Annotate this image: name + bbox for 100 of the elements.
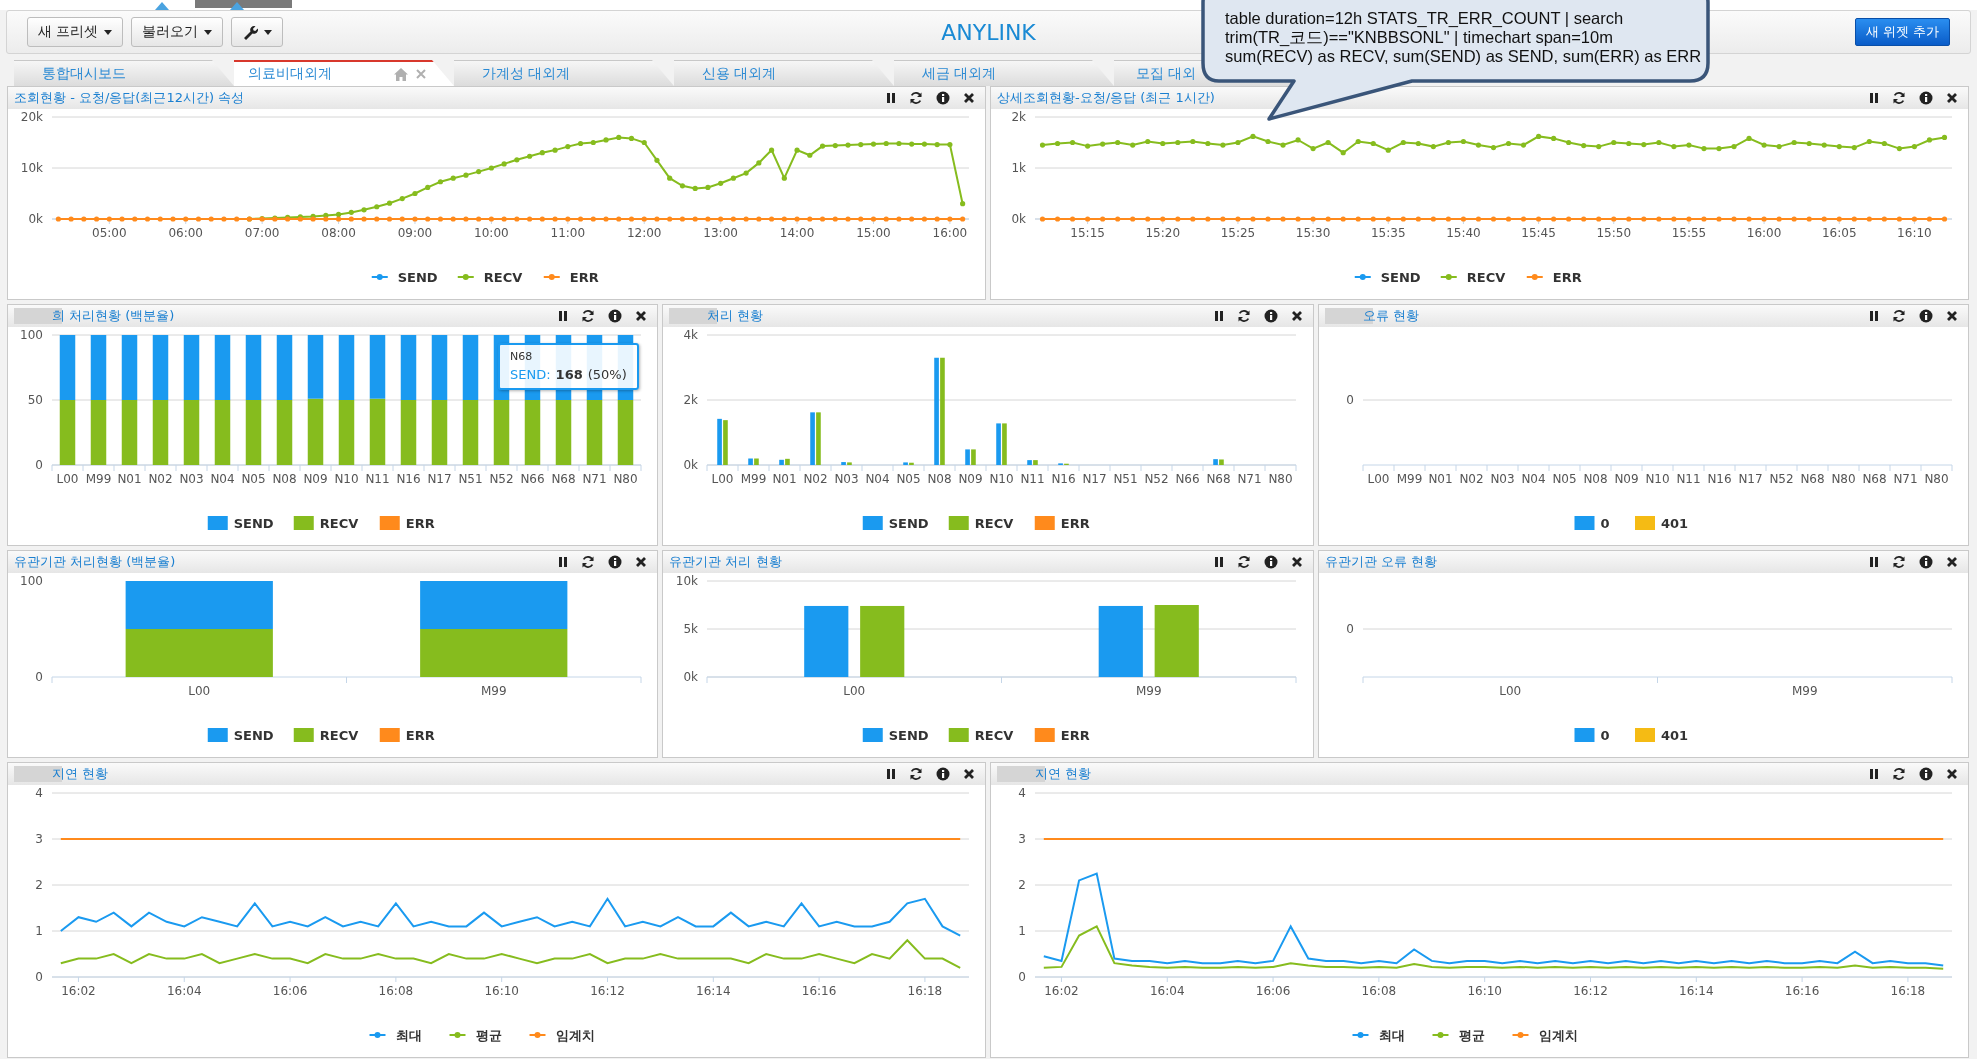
panel-title: 지연 현황 [52, 765, 109, 783]
axis-label: 16:02 [61, 984, 96, 998]
axis-label: 16:14 [696, 984, 731, 998]
axis-label: 09:00 [397, 226, 433, 240]
axis-label: N08 [927, 472, 952, 486]
axis-label: 0 [35, 458, 43, 472]
axis-label: 16:16 [1784, 984, 1820, 998]
tab-label: 의료비대외계 [248, 65, 332, 83]
axis-label: 16:12 [1573, 984, 1608, 998]
axis-label: 15:15 [1070, 226, 1105, 240]
panel-title: 처리 현황 [707, 307, 764, 325]
axis-label: 15:30 [1295, 226, 1331, 240]
axis-label: N80 [1831, 472, 1856, 486]
axis-label: M99 [480, 684, 507, 698]
axis-label: 16:16 [801, 984, 837, 998]
axis-label: N11 [1676, 472, 1701, 486]
panel-title: 오류 현황 [1362, 307, 1419, 325]
axis-label: L00 [188, 684, 211, 698]
axis-label: N03 [834, 472, 859, 486]
axis-label: 16:00 [1746, 226, 1782, 240]
axis-label: 11:00 [550, 226, 586, 240]
axis-label: N51 [1113, 472, 1138, 486]
axis-label: 0 [35, 670, 43, 684]
axis-label: 16:08 [1361, 984, 1397, 998]
axis-label: N11 [365, 472, 390, 486]
axis-label: 15:20 [1145, 226, 1181, 240]
tab-label: 통합대시보드 [42, 64, 126, 83]
axis-label: 4k [683, 328, 699, 342]
axis-label: 15:35 [1370, 226, 1406, 240]
axis-label: M99 [1791, 684, 1818, 698]
axis-label: 10k [676, 574, 699, 588]
axis-label: N71 [582, 472, 607, 486]
panel-title: 지연 현황 [1035, 765, 1092, 783]
axis-label: L00 [1367, 472, 1390, 486]
axis-label: 15:50 [1596, 226, 1632, 240]
axis-label: N11 [1020, 472, 1045, 486]
axis-label: 3 [35, 832, 43, 846]
axis-label: 50 [27, 393, 43, 407]
axis-label: 16:02 [1044, 984, 1079, 998]
axis-label: 13:00 [703, 226, 738, 240]
axis-label: 05:00 [92, 226, 127, 240]
axis-label: N08 [272, 472, 297, 486]
axis-label: 16:10 [1467, 984, 1502, 998]
axis-label: 16:10 [1897, 226, 1932, 240]
panel-title: 유관기관 처리 현황 [669, 553, 782, 571]
axis-label: 16:18 [1890, 984, 1926, 998]
axis-label: 2k [683, 393, 699, 407]
axis-label: 16:04 [166, 984, 202, 998]
axis-label: N68 [1206, 472, 1231, 486]
axis-label: N52 [1769, 472, 1794, 486]
tooltip-category: N68 [510, 350, 534, 363]
axis-label: 100 [20, 328, 43, 342]
axis-label: N05 [896, 472, 921, 486]
axis-label: 5k [683, 622, 699, 636]
axis-label: 4 [35, 786, 43, 800]
axis-label: 16:00 [932, 226, 968, 240]
axis-label: 4 [1018, 786, 1026, 800]
axis-label: N01 [772, 472, 797, 486]
axis-label: N68 [1800, 472, 1825, 486]
axis-label: N09 [303, 472, 328, 486]
axis-label: N09 [958, 472, 983, 486]
axis-label: 16:05 [1821, 226, 1857, 240]
tab-label: 모집 대외 [1136, 64, 1197, 83]
axis-label: N80 [1924, 472, 1949, 486]
axis-label: 15:45 [1521, 226, 1556, 240]
axis-label: 16:10 [484, 984, 519, 998]
tab-label: 세금 대외계 [922, 64, 997, 83]
axis-label: 14:00 [779, 226, 815, 240]
axis-label: N16 [1707, 472, 1732, 486]
axis-label: 15:25 [1220, 226, 1256, 240]
tab-label: 신용 대외계 [702, 64, 777, 83]
tab-label: 가계성 대외계 [482, 64, 571, 83]
panel-title: 희 처리현황 (백분율) [52, 307, 175, 325]
tooltip-share: (50%) [587, 367, 627, 382]
axis-label: 12:00 [626, 226, 662, 240]
axis-label: 0k [28, 212, 43, 226]
axis-label: N16 [1051, 472, 1076, 486]
axis-label: M99 [1396, 472, 1422, 486]
axis-label: 0 [1346, 622, 1354, 636]
axis-label: 08:00 [321, 226, 356, 240]
axis-label: 10k [20, 161, 43, 175]
axis-label: 0 [1346, 393, 1354, 407]
tooltip-value: 168 [555, 367, 583, 382]
axis-label: L00 [56, 472, 79, 486]
axis-label: N04 [865, 472, 890, 486]
axis-label: L00 [711, 472, 734, 486]
axis-label: 07:00 [244, 226, 280, 240]
axis-label: N66 [1175, 472, 1200, 486]
axis-label: N52 [1144, 472, 1169, 486]
axis-label: N10 [989, 472, 1014, 486]
axis-label: 15:40 [1446, 226, 1481, 240]
axis-label: 16:18 [907, 984, 943, 998]
axis-label: N17 [1738, 472, 1763, 486]
axis-label: 2 [35, 878, 43, 892]
axis-label: N71 [1237, 472, 1262, 486]
axis-label: 0k [683, 670, 699, 684]
axis-label: M99 [741, 472, 767, 486]
axis-label: N05 [1552, 472, 1577, 486]
axis-label: 16:12 [590, 984, 625, 998]
axis-label: 1 [35, 924, 43, 938]
